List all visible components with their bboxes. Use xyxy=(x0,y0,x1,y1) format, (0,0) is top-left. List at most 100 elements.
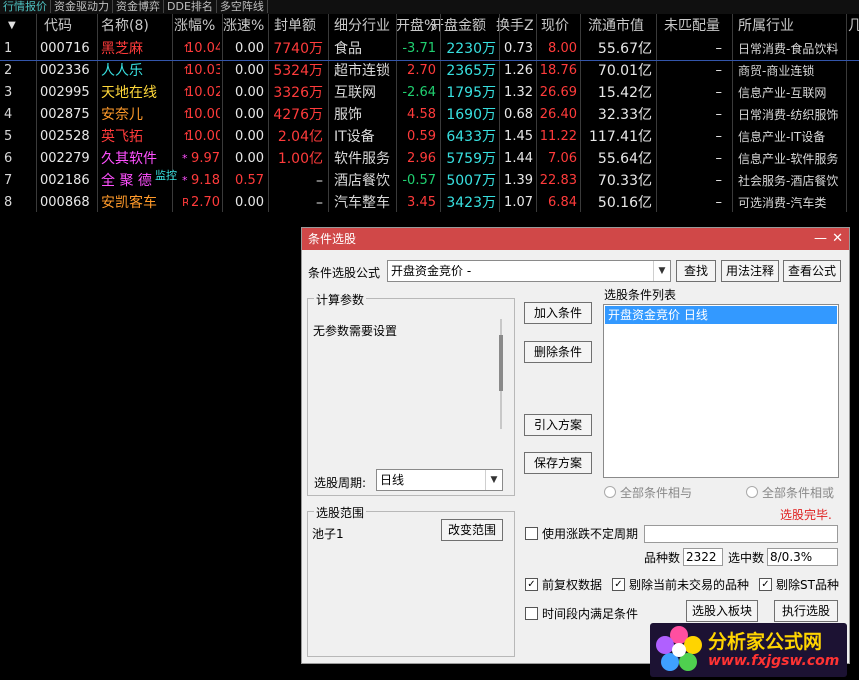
table-row[interactable]: 3 002995 天地在线 ↑ 10.02 0.00 3326万 互联网 -2.64 1795万 1… xyxy=(0,82,859,104)
col-speed[interactable]: 涨速% xyxy=(223,14,267,38)
open-amount: 5007万 xyxy=(446,173,496,189)
usage-notes-button[interactable]: 用法注释 xyxy=(721,260,779,282)
price: 26.69 xyxy=(539,85,577,100)
period-label: 选股周期: xyxy=(314,476,367,490)
exclude-untraded-checkbox[interactable]: ✓ xyxy=(612,578,625,591)
col-code[interactable]: 代码 xyxy=(44,14,94,38)
seal-amount: – xyxy=(316,195,323,211)
exclude-st-label: 剔除ST品种 xyxy=(776,578,839,592)
table-row[interactable]: 2 002336 人人乐 ↑ 10.03 0.00 5324万 超市连锁 2.70 2365万 1.… xyxy=(0,60,859,82)
radio-and[interactable] xyxy=(604,486,616,498)
stock-name: 安奈儿 xyxy=(101,107,143,123)
run-filter-button[interactable]: 执行选股 xyxy=(774,600,838,622)
table-row[interactable]: 7 002186 全 聚 德 * 9.18 0.57– 酒店餐饮 -0.57 5007万 1.39… xyxy=(0,169,859,192)
open-pct: -2.64 xyxy=(402,85,436,100)
find-button[interactable]: 查找 xyxy=(676,260,716,282)
import-scheme-button[interactable]: 引入方案 xyxy=(524,414,592,436)
open-pct: 2.96 xyxy=(407,151,436,166)
dialog-titlebar[interactable]: 条件选股 — ✕ xyxy=(302,228,849,250)
table-row[interactable]: 1 000716 黑芝麻 ↑ 10.04 0.00 7740万 食品 -3.71 2230万 0.7… xyxy=(0,38,859,61)
exclude-st-checkbox[interactable]: ✓ xyxy=(759,578,772,591)
market-cap: 55.67亿 xyxy=(597,41,652,57)
condition-list[interactable]: 开盘资金竞价 日线 xyxy=(603,304,839,478)
col-market-cap[interactable]: 流通市值 xyxy=(588,14,654,38)
watermark-logo: 分析家公式网 www.fxjgsw.com xyxy=(650,623,847,677)
period-select[interactable]: 日线 ▼ xyxy=(376,469,503,491)
table-row[interactable]: 4 002875 安奈儿 ↑ 10.00 0.00 4276万 服饰 4.58 1690万 0.68… xyxy=(0,104,859,126)
price: 22.83 xyxy=(539,173,577,188)
use-period-checkbox[interactable] xyxy=(525,527,538,540)
chevron-down-icon[interactable]: ▼ xyxy=(485,470,502,490)
chevron-down-icon[interactable]: ▼ xyxy=(653,261,670,281)
industry: 日常消费-纺织服饰 xyxy=(738,108,839,122)
minimize-icon[interactable]: — xyxy=(814,228,827,250)
save-scheme-button[interactable]: 保存方案 xyxy=(524,452,592,474)
view-formula-button[interactable]: 查看公式 xyxy=(783,260,841,282)
seal-amount: 5324万 xyxy=(273,63,323,79)
open-amount: 2365万 xyxy=(446,63,496,79)
change-range-button[interactable]: 改变范围 xyxy=(441,519,503,541)
change-speed: 0.00 xyxy=(235,129,264,144)
table-row[interactable]: 5 002528 英飞拓 ↑ 10.00 0.00 2.04亿 IT设备 0.59 6433万 1.… xyxy=(0,126,859,148)
tab-dde-rank[interactable]: DDE排名 xyxy=(164,0,217,13)
close-icon[interactable]: ✕ xyxy=(832,228,843,250)
col-industry[interactable]: 所属行业 xyxy=(738,14,844,38)
to-block-button[interactable]: 选股入板块 xyxy=(686,600,758,622)
time-cond-checkbox[interactable] xyxy=(525,607,538,620)
dialog-title: 条件选股 xyxy=(308,232,357,246)
open-pct: -3.71 xyxy=(402,41,436,56)
seal-amount: 2.04亿 xyxy=(277,129,323,145)
tab-long-short[interactable]: 多空阵线 xyxy=(217,0,268,13)
stock-name: 安凯客车 xyxy=(101,195,157,211)
col-unmatched[interactable]: 未匹配量 xyxy=(664,14,730,38)
price: 7.06 xyxy=(548,151,577,166)
col-turnover[interactable]: 换手Z xyxy=(496,14,536,38)
change-speed: 0.00 xyxy=(235,151,264,166)
stock-code: 000716 xyxy=(40,41,90,56)
tab-fund-game[interactable]: 资金博弈 xyxy=(113,0,164,13)
col-pct[interactable]: 涨幅% xyxy=(174,14,222,38)
change-pct: 9.18 xyxy=(191,173,220,188)
col-subindustry[interactable]: 细分行业 xyxy=(334,14,396,38)
count-value: 2322 xyxy=(683,548,723,566)
open-amount: 1690万 xyxy=(446,107,496,123)
open-amount: 6433万 xyxy=(446,129,496,145)
col-more[interactable]: 几 xyxy=(848,14,859,38)
col-price[interactable]: 现价 xyxy=(541,14,579,38)
delete-condition-button[interactable]: 删除条件 xyxy=(524,341,592,363)
col-seal[interactable]: 封单额 xyxy=(274,14,328,38)
col-name[interactable]: 名称(8) xyxy=(101,14,173,38)
exclude-untraded-label: 剔除当前未交易的品种 xyxy=(629,578,750,592)
sub-industry: 超市连锁 xyxy=(334,63,390,79)
seal-amount: 7740万 xyxy=(273,41,323,57)
tab-fund-drive[interactable]: 资金驱动力 xyxy=(51,0,113,13)
scrollbar[interactable] xyxy=(499,319,503,429)
time-cond-label: 时间段内满足条件 xyxy=(542,607,639,621)
period-field[interactable] xyxy=(644,525,838,543)
tab-quotes[interactable]: 行情报价 xyxy=(0,0,51,13)
stock-filter-dialog: 条件选股 — ✕ 条件选股公式 开盘资金竞价 - ▼ 查找 用法注释 查看公式 … xyxy=(301,227,850,664)
table-row[interactable]: 8 000868 安凯客车 R 2.70 0.00– 汽车整车 3.45 3423万 1.07 6.… xyxy=(0,192,859,214)
change-pct: 10.03 xyxy=(186,63,220,78)
open-pct: -0.57 xyxy=(402,173,436,188)
sort-arrow-icon[interactable]: ▼ xyxy=(8,14,32,38)
list-item[interactable]: 开盘资金竞价 日线 xyxy=(605,306,837,324)
price: 8.00 xyxy=(548,41,577,56)
unmatched: – xyxy=(715,151,723,166)
condition-list-title: 选股条件列表 xyxy=(604,288,677,302)
formula-select[interactable]: 开盘资金竞价 - ▼ xyxy=(387,260,671,282)
price: 6.84 xyxy=(548,195,577,210)
add-condition-button[interactable]: 加入条件 xyxy=(524,302,592,324)
fq-checkbox[interactable]: ✓ xyxy=(525,578,538,591)
industry: 日常消费-食品饮料 xyxy=(738,42,839,56)
open-amount: 3423万 xyxy=(446,195,496,211)
radio-and-label: 全部条件相与 xyxy=(620,486,693,500)
market-cap: 32.33亿 xyxy=(597,107,652,123)
radio-or[interactable] xyxy=(746,486,758,498)
table-row[interactable]: 6 002279 久其软件 * 9.97 0.00 1.00亿 软件服务 2.96 5759万 1.… xyxy=(0,148,859,170)
range-value: 池子1 xyxy=(312,527,344,541)
params-text: 无参数需要设置 xyxy=(313,324,398,338)
seal-amount: 3326万 xyxy=(273,85,323,101)
open-amount: 1795万 xyxy=(446,85,496,101)
watermark-url: www.fxjgsw.com xyxy=(708,653,840,669)
